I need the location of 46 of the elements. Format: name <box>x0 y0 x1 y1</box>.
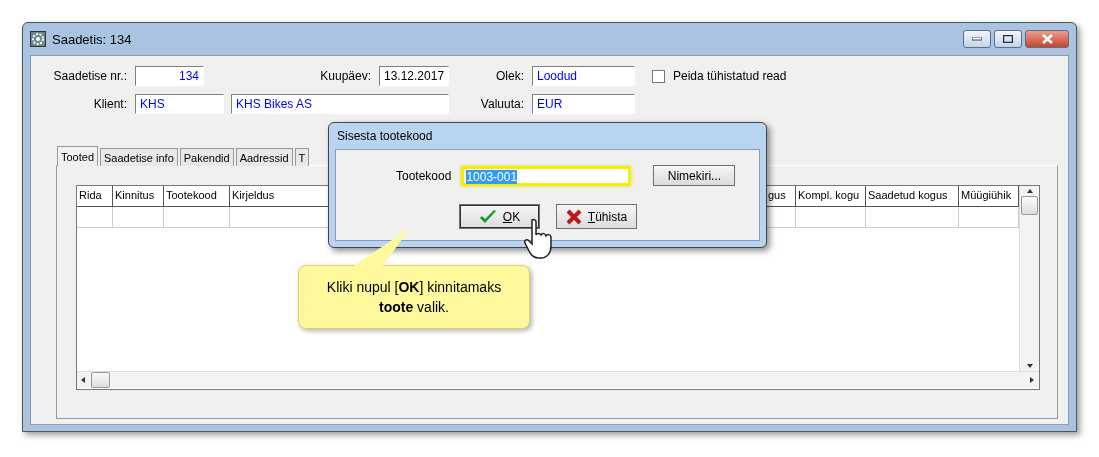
number-field[interactable]: 134 <box>135 66 204 86</box>
cancel-button[interactable]: Tühista <box>556 204 637 229</box>
horizontal-scrollbar[interactable] <box>77 371 1039 388</box>
close-icon <box>1041 34 1053 44</box>
dialog-title: Sisesta tootekood <box>337 129 433 143</box>
gear-icon <box>30 31 46 47</box>
close-button[interactable] <box>1025 30 1069 48</box>
callout-text: Kliki nupul [OK] kinnitamaks toote valik. <box>325 278 503 317</box>
column-header[interactable]: Tootekood <box>164 186 230 207</box>
cross-icon <box>565 208 582 225</box>
checkbox-label: Peida tühistatud read <box>673 69 787 83</box>
table-cell <box>113 207 164 228</box>
field-label: Klient: <box>92 97 128 111</box>
tab[interactable]: Aadressid <box>235 148 293 166</box>
tab[interactable]: T <box>294 148 310 166</box>
table-cell <box>796 207 866 228</box>
tab[interactable]: Saadetise info <box>100 148 178 166</box>
maximize-icon <box>1003 35 1013 43</box>
minimize-icon <box>972 37 982 41</box>
checkbox[interactable] <box>652 69 665 83</box>
date-field[interactable]: 13.12.2017 <box>379 66 449 86</box>
column-header[interactable]: Kinnitus <box>113 186 164 207</box>
column-header[interactable]: Rida <box>77 186 113 207</box>
client-code-field[interactable]: KHS <box>135 94 224 114</box>
field-label: Valuuta: <box>479 97 525 111</box>
field-label: Kuupäev: <box>319 69 372 83</box>
window-title: Saadetis: 134 <box>52 31 132 47</box>
column-header[interactable]: Saadetud kogus <box>866 186 959 207</box>
checkmark-icon <box>478 208 497 225</box>
currency-field[interactable]: EUR <box>532 94 635 114</box>
tab[interactable]: Pakendid <box>179 148 234 166</box>
field-label: Saadetise nr.: <box>52 69 128 83</box>
status-field[interactable]: Loodud <box>532 66 635 86</box>
ok-button[interactable]: OK <box>459 204 540 229</box>
scroll-thumb[interactable] <box>1021 196 1038 215</box>
field-label: Olek: <box>495 69 525 83</box>
vertical-scrollbar[interactable] <box>1019 186 1039 371</box>
minimize-button[interactable] <box>963 30 991 48</box>
client-name-field[interactable]: KHS Bikes AS <box>231 94 449 114</box>
tab[interactable]: Tooted <box>57 146 99 166</box>
field-label: Tootekood <box>396 168 452 183</box>
list-button[interactable]: Nimekiri... <box>653 165 736 186</box>
scroll-thumb[interactable] <box>91 372 110 388</box>
column-header[interactable]: Kompl. kogu <box>796 186 866 207</box>
maximize-button[interactable] <box>994 30 1022 48</box>
table-cell <box>77 207 113 228</box>
